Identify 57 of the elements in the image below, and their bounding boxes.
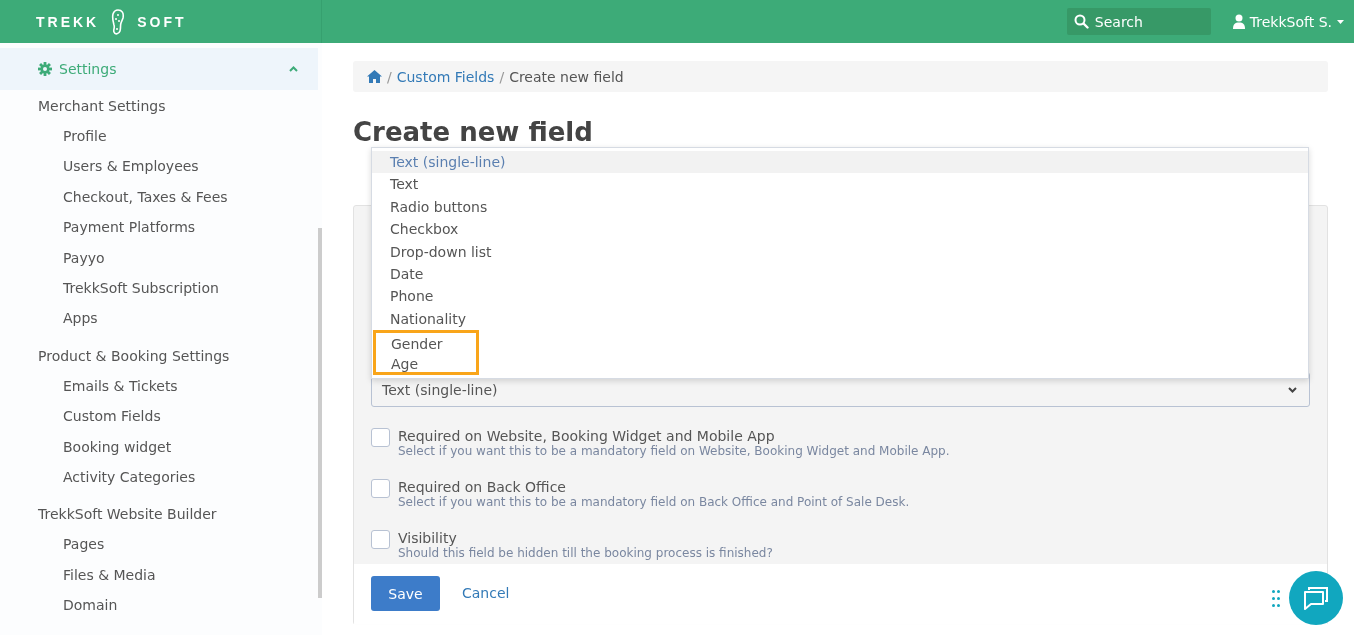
cancel-link[interactable]: Cancel bbox=[462, 585, 510, 601]
sidebar-group-label: Product & Booking Settings bbox=[37, 346, 231, 366]
search-field[interactable]: Search bbox=[1066, 8, 1211, 35]
breadcrumb-separator: / bbox=[387, 68, 392, 85]
chevron-icon bbox=[1288, 386, 1297, 393]
section-label: Settings bbox=[59, 61, 118, 77]
breadcrumb-separator: / bbox=[499, 68, 505, 85]
sidebar-item[interactable]: Custom Fields bbox=[0, 401, 322, 432]
sidebar-group-label: TrekkSoft Website Builder bbox=[37, 505, 218, 525]
sidebar-item[interactable]: Users & Employees bbox=[0, 151, 322, 182]
checkbox-label: Required on Back Office bbox=[398, 479, 567, 495]
checkbox[interactable] bbox=[371, 479, 390, 498]
save-button[interactable]: Save bbox=[371, 576, 440, 611]
scrollbar[interactable] bbox=[318, 228, 322, 598]
sidebar-item[interactable]: Payyo bbox=[0, 242, 322, 274]
sidebar-item[interactable]: Profile bbox=[0, 121, 322, 152]
dropdown-option[interactable]: Phone bbox=[372, 285, 1308, 308]
sidebar-item[interactable]: Domain bbox=[0, 590, 322, 621]
dropdown-option[interactable]: Age bbox=[373, 352, 479, 375]
dropdown-option[interactable]: Drop-down list bbox=[372, 240, 1308, 263]
page-title: Create new field bbox=[353, 116, 594, 149]
logo-text: TREKK bbox=[36, 13, 100, 30]
search-icon bbox=[1073, 14, 1089, 29]
sidebar-item[interactable]: Files & Media bbox=[0, 559, 322, 591]
help-text: Should this field be hidden till the booking process is finished? bbox=[398, 546, 773, 560]
breadcrumb-current: Create new field bbox=[509, 68, 624, 85]
sidebar-item[interactable]: Payment Platforms bbox=[0, 212, 322, 243]
help-text: Select if you want this to be a mandatory field on Website, Booking Widget and Mobile App. bbox=[398, 444, 950, 458]
sidebar-item[interactable]: Booking widget bbox=[0, 431, 322, 463]
checkbox[interactable] bbox=[371, 428, 390, 447]
dropdown-option[interactable]: Radio buttons bbox=[372, 195, 1308, 219]
user-icon bbox=[1232, 14, 1245, 29]
drag-handle-icon[interactable] bbox=[1272, 590, 1280, 607]
home-icon[interactable] bbox=[367, 70, 382, 83]
dropdown-option[interactable]: Date bbox=[372, 262, 1308, 286]
caret-icon bbox=[1337, 19, 1344, 24]
chat-icon bbox=[1303, 586, 1329, 610]
dropdown-option[interactable]: Checkbox bbox=[372, 218, 1308, 241]
checkbox-label: Visibility bbox=[398, 530, 458, 546]
checkbox-label: Required on Website, Booking Widget and Mobile App bbox=[398, 428, 776, 444]
sidebar-item[interactable]: Pages bbox=[0, 529, 322, 560]
chevron-icon bbox=[289, 66, 298, 72]
checkbox[interactable] bbox=[371, 530, 390, 549]
sidebar-item[interactable]: Activity Categories bbox=[0, 462, 322, 493]
dropdown-option[interactable]: Text bbox=[372, 173, 1308, 196]
sidebar-item[interactable]: Apps bbox=[0, 303, 322, 334]
sidebar-item[interactable]: Checkout, Taxes & Fees bbox=[0, 181, 322, 213]
sidebar-group-label: Merchant Settings bbox=[37, 97, 167, 116]
sidebar-item[interactable]: TrekkSoft Subscription bbox=[0, 273, 322, 304]
dropdown-option[interactable]: Gender bbox=[373, 330, 479, 353]
dropdown-option[interactable]: Text (single-line) bbox=[372, 151, 1308, 174]
help-text: Select if you want this to be a mandatory field on Back Office and Point of Sale Desk. bbox=[398, 495, 910, 509]
logo-text: SOFT bbox=[137, 13, 187, 30]
gear-icon bbox=[38, 62, 52, 76]
sidebar-item[interactable]: Emails & Tickets bbox=[0, 370, 322, 402]
breadcrumb-link[interactable]: Custom Fields bbox=[396, 68, 495, 85]
dropdown-option[interactable]: Nationality bbox=[372, 307, 1308, 331]
